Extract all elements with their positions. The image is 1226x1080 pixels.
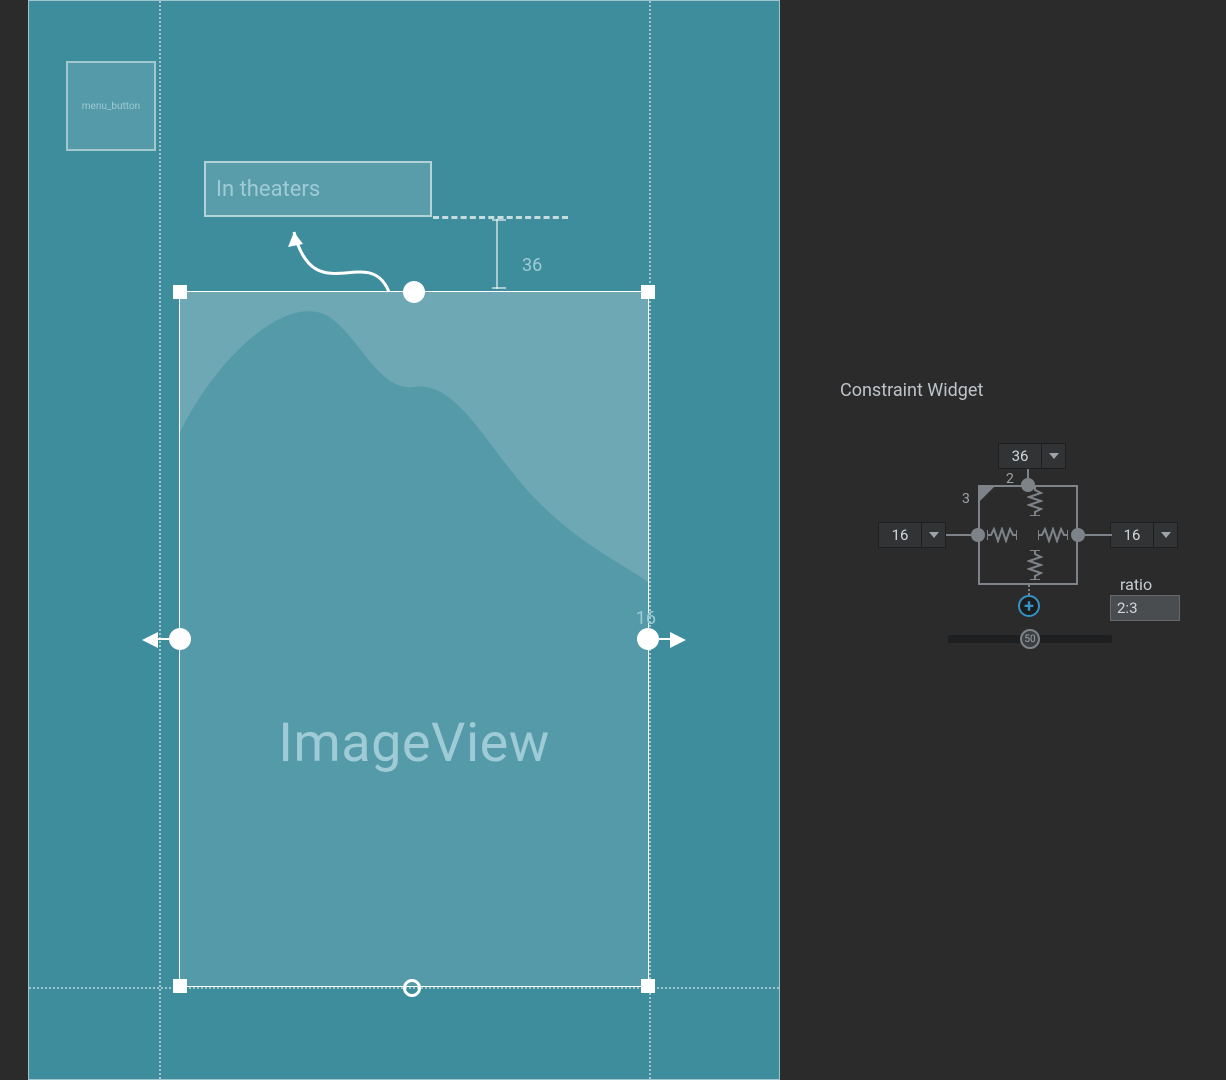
constraint-widget[interactable]: 36 16 16 2 3 [858,435,1178,675]
height-mode-top[interactable] [1027,486,1043,516]
add-bottom-constraint-button[interactable]: + [1018,595,1040,617]
menu-button-label: menu_button [82,101,140,112]
ratio-h: 3 [962,491,970,507]
imageview-label: ImageView [180,712,648,775]
margin-left-value: 16 [879,526,921,544]
app-root: menu_button In theaters 36 ImageView [0,0,1226,1080]
width-mode-right[interactable] [1038,527,1068,543]
resize-handle-tr[interactable] [641,285,655,299]
aspect-ratio-toggle[interactable] [980,487,994,501]
title-textview[interactable]: In theaters [204,161,432,217]
constraint-handle-top[interactable] [403,281,425,303]
layout-canvas[interactable]: menu_button In theaters 36 ImageView [0,0,810,1080]
title-text: In theaters [216,177,320,202]
right-margin-value: 16 [636,608,656,629]
resize-handle-br[interactable] [641,979,655,993]
constraint-widget-title: Constraint Widget [840,380,1196,401]
imageview-selected[interactable]: ImageView 16 [179,291,649,987]
device-frame: menu_button In theaters 36 ImageView [28,0,780,1080]
right-link-line [1082,534,1112,536]
margin-top-value: 36 [999,447,1041,465]
height-mode-bottom[interactable] [1027,550,1043,580]
margin-left-dropdown[interactable]: 16 [878,522,946,548]
anchor-left[interactable] [971,528,985,542]
chevron-down-icon [1153,523,1177,547]
horizontal-bias-slider[interactable]: 50 [948,635,1112,643]
resize-handle-bl[interactable] [173,979,187,993]
ratio-label: ratio [1120,575,1152,594]
margin-right-dropdown[interactable]: 16 [1110,522,1178,548]
bias-value: 50 [1024,634,1035,645]
left-arrow-icon [142,632,158,648]
guideline-vertical-left[interactable] [159,1,161,1079]
menu-button-view[interactable]: menu_button [66,61,156,151]
width-mode-left[interactable] [987,527,1017,543]
right-arrow-icon [670,632,686,648]
margin-right-value: 16 [1111,526,1153,544]
image-placeholder-icon [180,292,648,602]
chevron-down-icon [1041,444,1065,468]
margin-top-dropdown[interactable]: 36 [998,443,1066,469]
top-margin-measure: 36 [496,219,498,289]
attributes-panel: Constraint Widget 36 16 16 2 3 [810,0,1226,1080]
ratio-value: 2:3 [1117,599,1138,617]
constraint-handle-bottom[interactable] [403,979,421,997]
anchor-right[interactable] [1071,528,1085,542]
chevron-down-icon [921,523,945,547]
left-constraint-line [158,638,180,640]
resize-handle-tl[interactable] [173,285,187,299]
bias-thumb[interactable]: 50 [1020,629,1040,649]
guideline-vertical-right[interactable] [649,1,651,1079]
ratio-input[interactable]: 2:3 [1110,595,1180,621]
top-margin-value: 36 [522,255,542,276]
right-constraint-line [648,638,670,640]
